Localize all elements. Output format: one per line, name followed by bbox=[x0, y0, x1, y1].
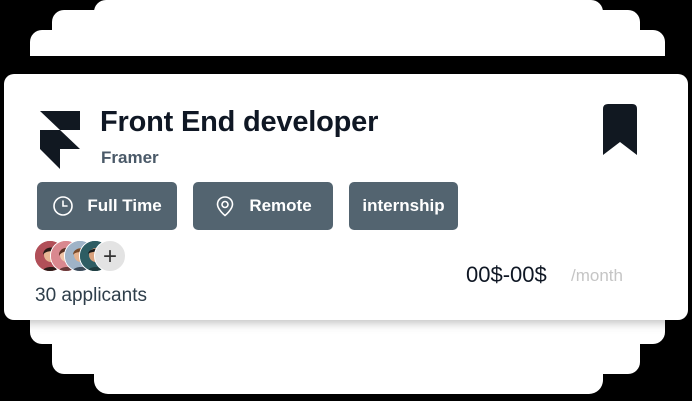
tag-label: Full Time bbox=[87, 196, 162, 215]
job-title: Front End developer bbox=[100, 106, 379, 138]
bookmark-icon[interactable] bbox=[603, 104, 637, 160]
card-back-layer-bottom-2 bbox=[52, 340, 640, 374]
framer-logo-icon bbox=[40, 111, 80, 174]
applicants-count: 30 applicants bbox=[35, 285, 147, 306]
tag-full-time[interactable]: Full Time bbox=[37, 182, 177, 230]
clock-icon bbox=[52, 195, 74, 217]
tag-label: Remote bbox=[249, 196, 312, 215]
tag-remote[interactable]: Remote bbox=[193, 182, 333, 230]
salary-amount: 00$-00$ bbox=[466, 262, 547, 287]
company-name: Framer bbox=[101, 148, 159, 167]
tag-internship[interactable]: internship bbox=[349, 182, 458, 230]
salary-period: /month bbox=[571, 266, 623, 285]
card-back-layer-bottom-3 bbox=[94, 370, 603, 394]
location-pin-icon bbox=[214, 195, 236, 217]
applicant-avatars: + bbox=[34, 240, 129, 274]
tag-label: internship bbox=[362, 196, 445, 215]
card-back-layer-3 bbox=[30, 30, 665, 56]
more-applicants-button[interactable]: + bbox=[94, 240, 126, 272]
